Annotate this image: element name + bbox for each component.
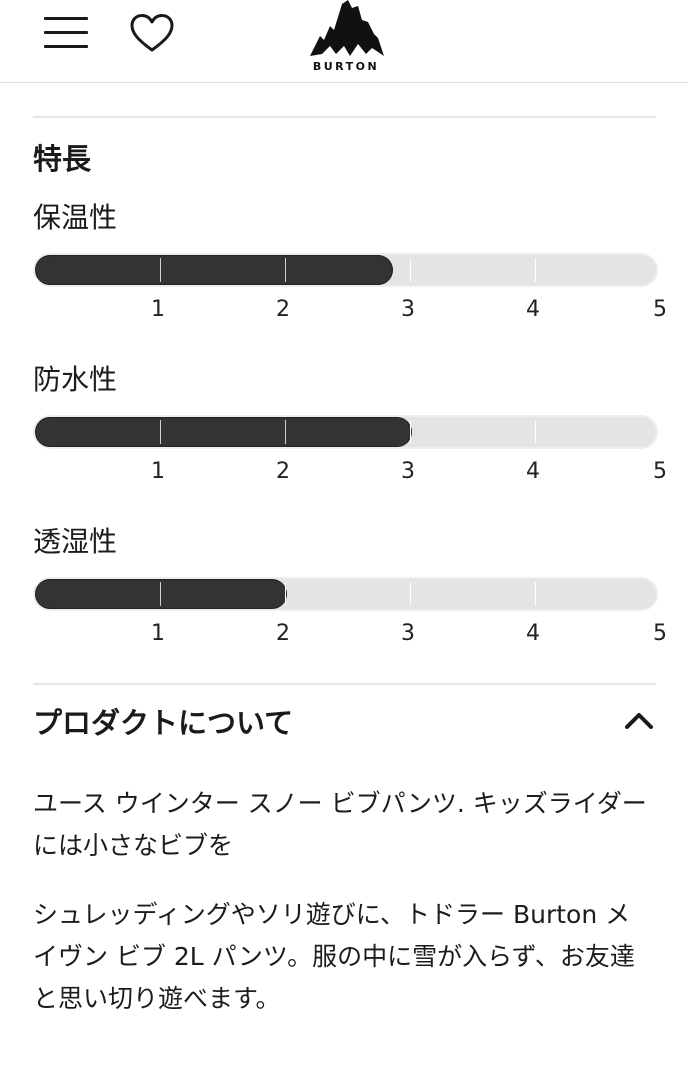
rating-scale-label: 1 — [151, 621, 165, 646]
rating-tick — [160, 420, 161, 444]
feature-label-waterproof: 防水性 — [33, 363, 118, 396]
rating-scale-label: 2 — [276, 621, 290, 646]
rating-bar-waterproof — [33, 415, 658, 449]
rating-tick — [535, 582, 536, 606]
feature-label-warmth: 保温性 — [33, 201, 118, 234]
rating-scale-label: 3 — [401, 621, 415, 646]
rating-bar-warmth — [33, 253, 658, 287]
mountain-logo-icon — [310, 0, 384, 56]
feature-label-breathability: 透湿性 — [33, 525, 118, 558]
rating-bar-fill — [35, 417, 412, 447]
rating-bar-fill — [35, 579, 287, 609]
rating-bar-breathability — [33, 577, 658, 611]
hamburger-menu-icon[interactable] — [44, 16, 90, 50]
rating-scale-label: 4 — [526, 621, 540, 646]
rating-scale-label: 5 — [653, 621, 667, 646]
rating-tick — [535, 420, 536, 444]
logo-text: BURTON — [312, 60, 380, 73]
heart-icon[interactable] — [128, 12, 176, 56]
rating-scale-label: 3 — [401, 297, 415, 322]
rating-scale-label: 2 — [276, 297, 290, 322]
rating-scale-label: 4 — [526, 459, 540, 484]
rating-tick — [160, 258, 161, 282]
product-description-summary: ユース ウインター スノー ビブパンツ. キッズライダーには小さなビブを — [33, 789, 647, 860]
product-description-body: シュレッディングやソリ遊びに、トドラー Burton メイヴン ビブ 2L パン… — [33, 900, 635, 1013]
rating-scale-label: 5 — [653, 297, 667, 322]
rating-scale-label: 1 — [151, 297, 165, 322]
burton-logo[interactable]: BURTON — [304, 0, 388, 78]
rating-tick — [410, 420, 411, 444]
rating-tick — [410, 582, 411, 606]
about-product-accordion-toggle[interactable]: プロダクトについて — [33, 700, 656, 746]
rating-tick — [160, 582, 161, 606]
rating-scale-label: 1 — [151, 459, 165, 484]
rating-scale-label: 4 — [526, 297, 540, 322]
chevron-up-icon[interactable] — [624, 710, 654, 730]
rating-tick — [535, 258, 536, 282]
features-title: 特長 — [33, 142, 92, 176]
rating-tick — [285, 582, 286, 606]
rating-tick — [410, 258, 411, 282]
rating-scale-label: 2 — [276, 459, 290, 484]
rating-scale-label: 3 — [401, 459, 415, 484]
top-header: BURTON — [0, 0, 688, 83]
rating-tick — [285, 420, 286, 444]
rating-scale-label: 5 — [653, 459, 667, 484]
about-product-title: プロダクトについて — [33, 706, 294, 740]
rating-tick — [285, 258, 286, 282]
section-divider-top — [33, 116, 656, 118]
section-divider-bottom — [33, 683, 656, 685]
rating-bar-fill — [35, 255, 394, 285]
